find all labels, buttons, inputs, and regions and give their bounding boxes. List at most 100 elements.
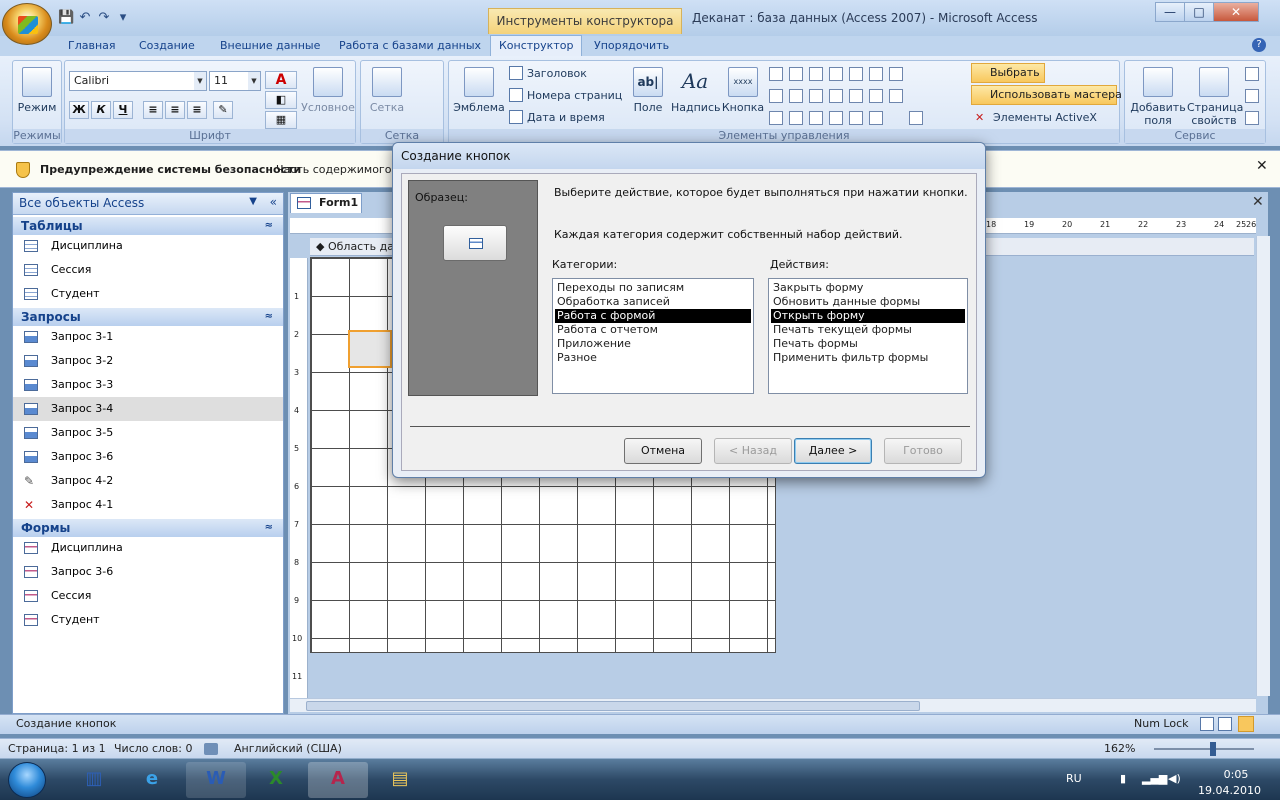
taskbar-word-icon[interactable]: W [186, 762, 246, 798]
list-item[interactable]: Закрыть форму [771, 281, 965, 295]
cancel-button[interactable]: Отмена [624, 438, 702, 464]
font-name-combo[interactable]: Calibri ▼ [69, 71, 207, 91]
undo-icon[interactable]: ↶ [77, 10, 93, 26]
conditional-format-button[interactable]: Условное [301, 67, 355, 114]
document-tab-form1[interactable]: Form1 [290, 193, 362, 213]
nav-item-query-selected[interactable]: Запрос 3-4 [13, 397, 283, 421]
nav-item-table[interactable]: Студент [13, 282, 283, 306]
tab-design[interactable]: Конструктор [490, 35, 583, 57]
list-item[interactable]: Применить фильтр формы [771, 351, 965, 365]
bound-object-icon[interactable] [829, 89, 843, 103]
align-right-icon[interactable]: ≡ [187, 101, 207, 119]
add-fields-button[interactable]: Добавить поля [1129, 67, 1187, 127]
option-group-icon[interactable] [769, 111, 783, 125]
list-item[interactable]: Печать формы [771, 337, 965, 351]
property-sheet-button[interactable]: Страница свойств [1187, 67, 1243, 127]
format-painter-icon[interactable]: ✎ [213, 101, 233, 119]
bold-button[interactable]: Ж [69, 101, 89, 119]
page-break-icon[interactable] [889, 89, 903, 103]
zoom-slider-thumb[interactable] [1210, 742, 1216, 756]
taskbar-library-icon[interactable]: ▥ [64, 762, 124, 798]
heading-button[interactable]: Заголовок [509, 65, 587, 83]
list-item[interactable]: Разное [555, 351, 751, 365]
document-close-icon[interactable]: ✕ [1252, 194, 1264, 210]
layout-view-icon[interactable] [1218, 717, 1232, 731]
security-bar-close-icon[interactable]: ✕ [1256, 158, 1268, 174]
combo-box-icon[interactable] [849, 89, 863, 103]
page-numbers-button[interactable]: Номера страниц [509, 87, 622, 105]
picture-icon[interactable] [829, 111, 843, 125]
attachment-icon[interactable] [849, 111, 863, 125]
tab-create[interactable]: Создание [131, 36, 203, 56]
list-item[interactable]: Приложение [555, 337, 751, 351]
start-button[interactable] [8, 762, 46, 798]
checkbox-icon[interactable] [809, 89, 823, 103]
select-button[interactable]: Выбрать [971, 63, 1045, 83]
new-button-control[interactable] [348, 330, 392, 368]
line-icon[interactable] [789, 67, 803, 81]
nav-item-form[interactable]: Запрос 3-6 [13, 560, 283, 584]
volume-icon[interactable]: ◀) [1168, 772, 1181, 785]
grid-button[interactable]: Сетка [365, 67, 409, 114]
italic-button[interactable]: К [91, 101, 111, 119]
view-mode-button[interactable]: Режим [17, 67, 57, 114]
spellcheck-icon[interactable] [204, 743, 218, 755]
emblem-button[interactable]: Эмблема [453, 67, 505, 114]
nav-item-table[interactable]: Сессия [13, 258, 283, 282]
use-wizards-button[interactable]: Использовать мастера [971, 85, 1122, 105]
list-item[interactable]: Обновить данные формы [771, 295, 965, 309]
image-icon[interactable] [849, 67, 863, 81]
nav-section-forms[interactable]: Формы ≈ [13, 519, 283, 537]
save-icon[interactable]: 💾 [58, 10, 74, 26]
paperclip-icon[interactable] [869, 111, 883, 125]
vertical-scrollbar[interactable] [1256, 236, 1270, 696]
usb-icon[interactable]: ▮ [1120, 772, 1126, 785]
underline-button[interactable]: Ч [113, 101, 133, 119]
gridlines-icon[interactable]: ▦ [265, 111, 297, 129]
nav-item-form[interactable]: Студент [13, 608, 283, 632]
nav-item-query[interactable]: Запрос 3-5 [13, 421, 283, 445]
minimize-button[interactable]: — [1155, 2, 1185, 22]
list-item-selected[interactable]: Открыть форму [771, 309, 965, 323]
next-button[interactable]: Далее > [794, 438, 872, 464]
horizontal-scrollbar[interactable] [290, 698, 1256, 712]
maximize-button[interactable]: □ [1184, 2, 1214, 22]
option-button-icon[interactable] [789, 111, 803, 125]
radio-icon[interactable] [809, 111, 823, 125]
taskbar-excel-icon[interactable]: X [246, 762, 306, 798]
align-center-icon[interactable]: ≡ [165, 101, 185, 119]
help-icon[interactable]: ? [1252, 38, 1266, 52]
actions-list[interactable]: Закрыть форму Обновить данные формы Откр… [768, 278, 968, 394]
shutter-bar-close-icon[interactable]: « [270, 195, 277, 209]
macro-icon[interactable] [1245, 111, 1259, 125]
network-icon[interactable]: ▂▄▆ [1142, 772, 1167, 785]
nav-pane-header[interactable]: Все объекты Access ▼ « [13, 193, 283, 215]
nav-item-query[interactable]: ✎ Запрос 4-2 [13, 469, 283, 493]
qat-dropdown-icon[interactable]: ▾ [115, 10, 131, 26]
clock-date[interactable]: 19.04.2010 [1198, 784, 1261, 797]
nav-section-queries[interactable]: Запросы ≈ [13, 308, 283, 326]
font-color-button[interactable]: A [265, 71, 297, 89]
scrollbar-thumb[interactable] [306, 701, 920, 711]
nav-item-form[interactable]: Дисциплина [13, 536, 283, 560]
form-view-icon[interactable] [1200, 717, 1214, 731]
close-button[interactable]: ✕ [1213, 2, 1259, 22]
clock-time[interactable]: 0:05 [1216, 768, 1256, 781]
back-button[interactable]: < Назад [714, 438, 792, 464]
input-language[interactable]: RU [1066, 772, 1082, 785]
tab-external-data[interactable]: Внешние данные [212, 36, 328, 56]
insert-chart-icon[interactable] [829, 67, 843, 81]
zoom-slider[interactable] [1154, 748, 1254, 750]
taskbar-explorer-icon[interactable]: ▤ [370, 762, 430, 798]
list-item[interactable]: Обработка записей [555, 295, 751, 309]
nav-section-tables[interactable]: Таблицы ≈ [13, 217, 283, 235]
subform-icon[interactable] [869, 67, 883, 81]
activex-button[interactable]: ✕ Элементы ActiveX [975, 109, 1097, 127]
code-icon[interactable] [1245, 67, 1259, 81]
unbound-object-icon[interactable] [889, 67, 903, 81]
nav-item-table[interactable]: Дисциплина [13, 234, 283, 258]
rectangle-icon[interactable] [789, 89, 803, 103]
toggle-button-icon[interactable] [809, 67, 823, 81]
font-size-combo[interactable]: 11 ▼ [209, 71, 261, 91]
redo-icon[interactable]: ↷ [96, 10, 112, 26]
